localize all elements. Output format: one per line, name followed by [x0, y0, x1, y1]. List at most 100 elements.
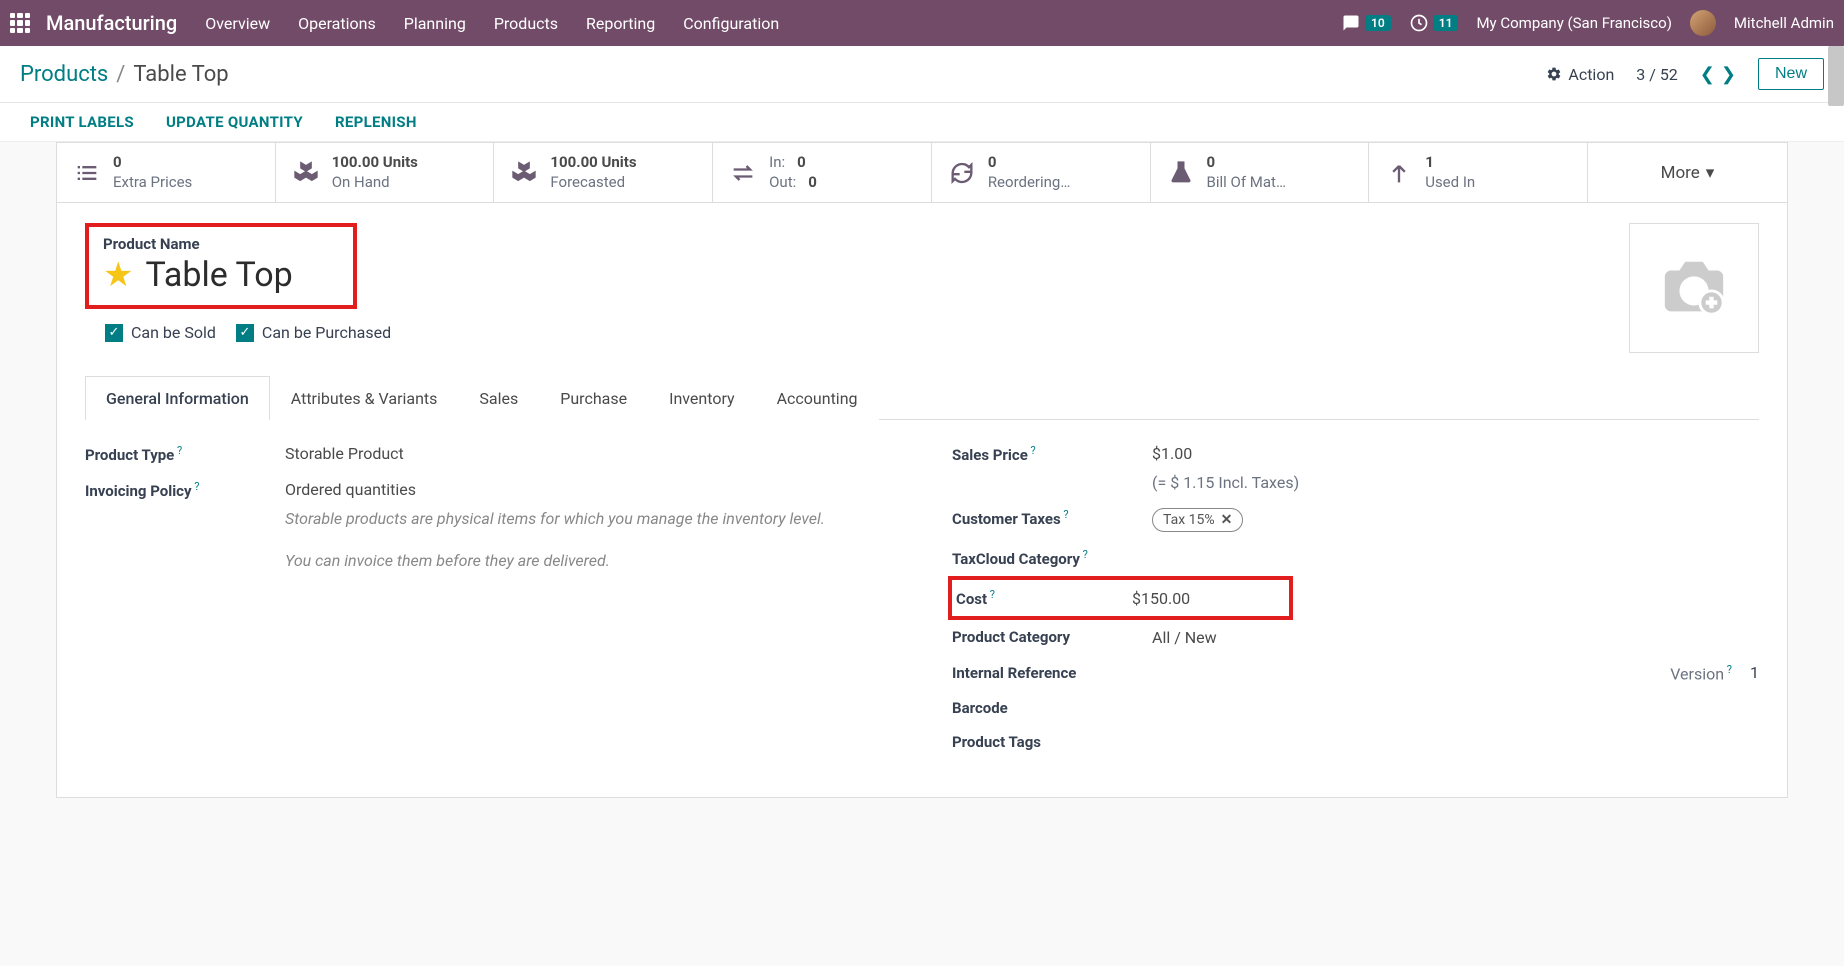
stat-extra-prices[interactable]: 0Extra Prices: [57, 143, 276, 202]
breadcrumb: Products / Table Top: [20, 62, 229, 87]
stat-label: Bill Of Mat…: [1207, 173, 1286, 193]
messages-button[interactable]: 10: [1341, 14, 1391, 32]
help-icon[interactable]: ?: [192, 480, 200, 493]
out-label: Out:: [769, 173, 796, 191]
tab-accounting[interactable]: Accounting: [756, 376, 879, 420]
clock-icon: [1409, 13, 1429, 33]
flask-icon: [1167, 159, 1195, 187]
camera-plus-icon: [1654, 253, 1734, 323]
stat-label: Forecasted: [550, 173, 636, 193]
product-type-label: Product Type ?: [85, 444, 265, 464]
pager-prev[interactable]: ❮: [1700, 64, 1715, 85]
new-button[interactable]: New: [1758, 58, 1824, 90]
stat-value: 0: [988, 153, 1071, 173]
action-menu[interactable]: Action: [1546, 65, 1614, 84]
nav-menu: Overview Operations Planning Products Re…: [205, 14, 1341, 33]
apps-icon[interactable]: [10, 13, 30, 33]
stat-label: On Hand: [332, 173, 418, 193]
update-quantity-button[interactable]: UPDATE QUANTITY: [166, 113, 303, 131]
breadcrumb-current: Table Top: [133, 62, 228, 87]
sales-price-value[interactable]: $1.00: [1152, 444, 1299, 463]
tab-sales[interactable]: Sales: [458, 376, 539, 420]
sales-price-label: Sales Price ?: [952, 444, 1132, 464]
nav-configuration[interactable]: Configuration: [683, 14, 779, 33]
chat-icon: [1341, 14, 1361, 32]
description-text: You can invoice them before they are del…: [285, 549, 865, 573]
boxes-icon: [292, 159, 320, 187]
nav-reporting[interactable]: Reporting: [586, 14, 655, 33]
check-label: Can be Purchased: [262, 323, 391, 342]
scrollbar[interactable]: [1828, 46, 1844, 106]
more-label: More: [1661, 163, 1700, 183]
description-text: Storable products are physical items for…: [285, 507, 865, 531]
left-column: Product Type ? Storable Product Invoicin…: [85, 444, 892, 767]
breadcrumb-parent[interactable]: Products: [20, 62, 108, 87]
help-icon[interactable]: ?: [1080, 548, 1088, 561]
caret-down-icon: ▾: [1706, 163, 1715, 183]
stat-label: Used In: [1425, 173, 1475, 193]
help-icon[interactable]: ?: [1061, 508, 1069, 521]
stat-label: Reordering…: [988, 173, 1071, 193]
nav-overview[interactable]: Overview: [205, 14, 270, 33]
invoicing-policy-value[interactable]: Ordered quantities: [285, 480, 865, 499]
product-type-value[interactable]: Storable Product: [285, 444, 404, 463]
replenish-button[interactable]: REPLENISH: [335, 113, 417, 131]
help-icon[interactable]: ?: [174, 444, 182, 457]
right-column: Sales Price ? $1.00 (= $ 1.15 Incl. Taxe…: [952, 444, 1759, 767]
company-selector[interactable]: My Company (San Francisco): [1476, 14, 1671, 32]
taxcloud-label: TaxCloud Category ?: [952, 548, 1132, 568]
product-name-input[interactable]: Table Top: [145, 255, 292, 295]
stat-reordering[interactable]: 0Reordering…: [932, 143, 1151, 202]
print-labels-button[interactable]: PRINT LABELS: [30, 113, 134, 131]
activities-button[interactable]: 11: [1409, 13, 1459, 33]
breadcrumb-sep: /: [116, 62, 125, 87]
can-be-sold-checkbox[interactable]: ✓Can be Sold: [105, 323, 216, 342]
remove-tag-icon[interactable]: ✕: [1221, 512, 1233, 528]
form-sheet: Product Name ★ Table Top ✓Can be Sold ✓C…: [56, 203, 1788, 798]
app-brand[interactable]: Manufacturing: [46, 11, 177, 35]
invoicing-policy-label: Invoicing Policy ?: [85, 480, 265, 500]
cost-highlight: Cost ? $150.00: [948, 576, 1293, 620]
top-navbar: Manufacturing Overview Operations Planni…: [0, 0, 1844, 46]
list-icon: [73, 159, 101, 187]
cost-value[interactable]: $150.00: [1132, 589, 1190, 608]
nav-planning[interactable]: Planning: [404, 14, 466, 33]
favorite-star-icon[interactable]: ★: [103, 258, 133, 292]
nav-operations[interactable]: Operations: [298, 14, 376, 33]
activities-badge: 11: [1433, 15, 1459, 31]
stat-in-out[interactable]: In:0 Out:0: [713, 143, 932, 202]
tab-general-info[interactable]: General Information: [85, 376, 270, 420]
help-icon[interactable]: ?: [987, 588, 995, 601]
pager[interactable]: 3 / 52: [1636, 65, 1678, 84]
stat-value: 1: [1425, 153, 1475, 173]
action-label: Action: [1568, 65, 1614, 84]
tax-tag[interactable]: Tax 15%✕: [1152, 508, 1243, 532]
control-bar: Products / Table Top Action 3 / 52 ❮ ❯ N…: [0, 46, 1844, 103]
tab-inventory[interactable]: Inventory: [648, 376, 756, 420]
avatar[interactable]: [1690, 10, 1716, 36]
transfer-icon: [729, 159, 757, 187]
cost-label: Cost ?: [952, 588, 1132, 608]
check-label: Can be Sold: [131, 323, 216, 342]
in-value: 0: [797, 153, 806, 171]
product-category-value[interactable]: All / New: [1152, 628, 1217, 647]
product-image-upload[interactable]: [1629, 223, 1759, 353]
sales-price-incl: (= $ 1.15 Incl. Taxes): [1152, 473, 1299, 492]
product-tags-label: Product Tags: [952, 733, 1132, 751]
stat-on-hand[interactable]: 100.00 UnitsOn Hand: [276, 143, 495, 202]
help-icon[interactable]: ?: [1028, 444, 1036, 457]
nav-products[interactable]: Products: [494, 14, 558, 33]
stat-bom[interactable]: 0Bill Of Mat…: [1151, 143, 1370, 202]
stat-value: 0: [1207, 153, 1286, 173]
help-icon[interactable]: ?: [1724, 663, 1732, 676]
stat-value: 100.00 Units: [332, 153, 418, 173]
username[interactable]: Mitchell Admin: [1734, 14, 1834, 32]
stat-used-in[interactable]: 1Used In: [1369, 143, 1588, 202]
tab-attributes[interactable]: Attributes & Variants: [270, 376, 459, 420]
pager-next[interactable]: ❯: [1721, 64, 1736, 85]
tab-purchase[interactable]: Purchase: [539, 376, 648, 420]
can-be-purchased-checkbox[interactable]: ✓Can be Purchased: [236, 323, 391, 342]
stat-forecasted[interactable]: 100.00 UnitsForecasted: [494, 143, 713, 202]
stat-more[interactable]: More ▾: [1588, 143, 1787, 202]
stat-label: Extra Prices: [113, 173, 192, 193]
